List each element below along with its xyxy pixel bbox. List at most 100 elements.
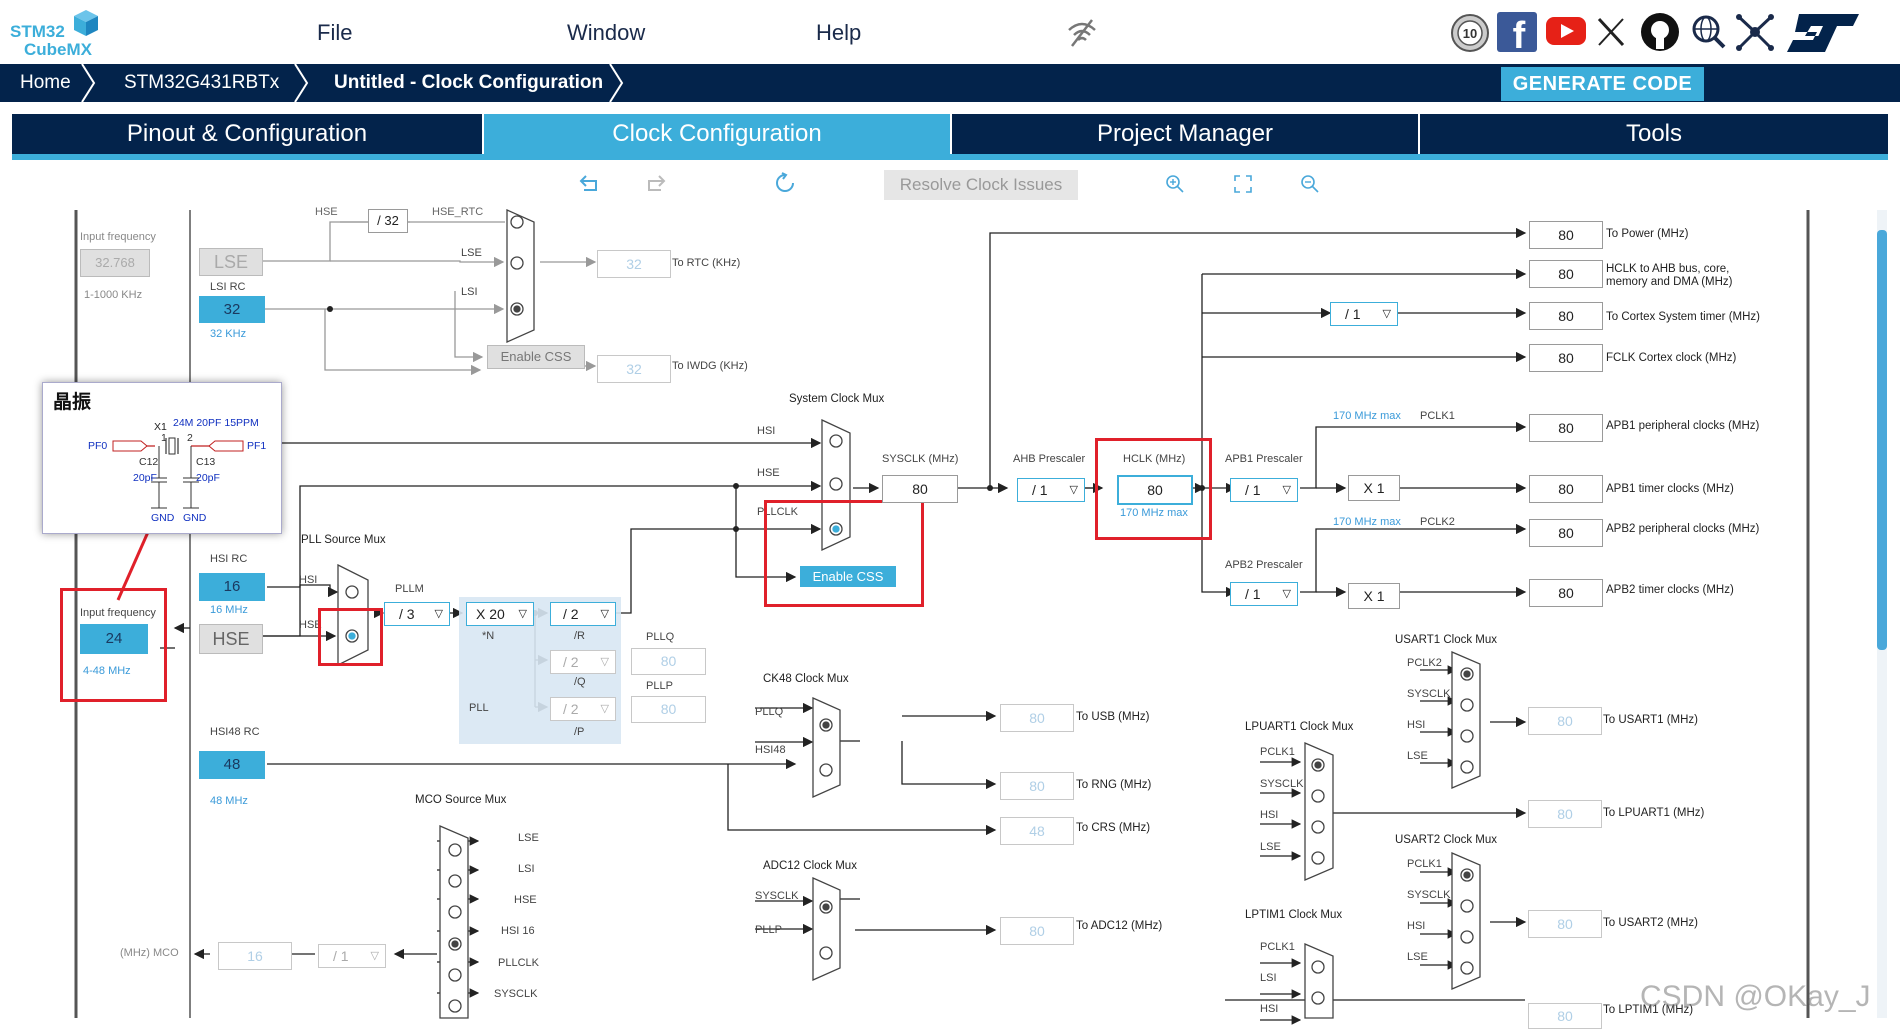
pllp-value: 80	[631, 696, 706, 723]
pllr-value: / 2	[563, 606, 579, 622]
apb2-prescaler-label: APB2 Prescaler	[1225, 559, 1303, 571]
rtc-value: 32	[597, 250, 671, 278]
crystal-gnd2-label: GND	[183, 512, 207, 524]
adc12-mux-label: ADC12 Clock Mux	[763, 860, 857, 872]
output-fclk-label: FCLK Cortex clock (MHz)	[1606, 352, 1737, 364]
usart1-input-hsi: HSI	[1407, 719, 1426, 731]
hsi-unit-label: 16 MHz	[210, 604, 248, 616]
system-clock-mux-label: System Clock Mux	[789, 393, 885, 405]
usart2-label: To USART2 (MHz)	[1603, 917, 1698, 929]
pllp-select[interactable]: / 2 ▽	[550, 697, 616, 721]
enable-css-rtc-button[interactable]: Enable CSS	[487, 345, 585, 369]
chevron-down-icon: ▽	[1282, 484, 1291, 496]
plln-select[interactable]: X 20 ▽	[466, 602, 534, 626]
pllm-select[interactable]: / 3 ▽	[384, 602, 450, 626]
pll-label: PLL	[469, 702, 489, 714]
rtc-div-box: / 32	[368, 209, 408, 233]
output-hclk-label: HCLK to AHB bus, core, memory and DMA (M…	[1606, 263, 1733, 288]
usart1-input-sysclk: SYSCLK	[1407, 688, 1451, 700]
usart1-input-pclk2: PCLK2	[1407, 657, 1442, 669]
rng-label: To RNG (MHz)	[1076, 779, 1152, 791]
pll-source-highlight	[318, 608, 383, 666]
crystal-part-label: 24M 20PF 15PPM	[173, 417, 259, 429]
pllq-label: PLLQ	[646, 631, 675, 643]
ahb-prescaler-select[interactable]: / 1 ▽	[1017, 478, 1085, 502]
hsi-value: 16	[199, 573, 265, 601]
chevron-down-icon: ▽	[1069, 484, 1078, 496]
sysclk-value: 80	[882, 475, 958, 503]
enable-css-button[interactable]: Enable CSS	[800, 566, 896, 587]
crystal-c13-value: 20pF	[196, 472, 220, 484]
lsi-rc-label: LSI RC	[210, 281, 246, 293]
mco-input-pllclk: PLLCLK	[498, 957, 539, 969]
output-hclk-value: 80	[1529, 260, 1603, 288]
chevron-down-icon: ▽	[600, 703, 609, 715]
apb2-prescaler-value: / 1	[1245, 586, 1261, 602]
usb-label: To USB (MHz)	[1076, 711, 1150, 723]
pclk1-label: PCLK1	[1420, 410, 1455, 422]
usart1-label: To USART1 (MHz)	[1603, 714, 1698, 726]
apb1-prescaler-select[interactable]: / 1 ▽	[1230, 478, 1298, 502]
lpuart1-input-sysclk: SYSCLK	[1260, 778, 1304, 790]
lptim1-value: 80	[1528, 1003, 1602, 1029]
output-apb1-periph-label: APB1 peripheral clocks (MHz)	[1606, 420, 1760, 432]
usart2-input-lse: LSE	[1407, 951, 1428, 963]
hse-box: HSE	[199, 624, 263, 654]
crystal-gnd1-label: GND	[151, 512, 175, 524]
pllp-label: PLLP	[646, 680, 673, 692]
apb2-prescaler-select[interactable]: / 1 ▽	[1230, 582, 1298, 606]
hse-input-highlight	[60, 588, 167, 702]
ck48-pllq-label: PLLQ	[755, 706, 784, 718]
rtc-hse-rtc-label: HSE_RTC	[432, 206, 484, 218]
lptim1-input-pclk1: PCLK1	[1260, 941, 1295, 953]
crystal-circuit-icon	[112, 437, 244, 509]
cortex-timer-divider-select[interactable]: / 1 ▽	[1330, 302, 1398, 326]
lsi-unit-label: 32 KHz	[210, 328, 247, 340]
lpuart1-mux-label: LPUART1 Clock Mux	[1245, 721, 1354, 733]
hsi48-value: 48	[199, 751, 265, 779]
lptim1-mux-label: LPTIM1 Clock Mux	[1245, 909, 1343, 921]
chevron-down-icon: ▽	[434, 608, 443, 620]
usart2-value: 80	[1528, 910, 1602, 938]
sys-hsi-label: HSI	[757, 425, 776, 437]
rtc-lsi-label: LSI	[461, 286, 478, 298]
apb1-prescaler-value: / 1	[1245, 482, 1261, 498]
hsi48-unit-label: 48 MHz	[210, 795, 248, 807]
chevron-down-icon: ▽	[1282, 588, 1291, 600]
mco-input-lsi: LSI	[518, 863, 535, 875]
iwdg-value: 32	[597, 355, 671, 383]
usart1-value: 80	[1528, 707, 1602, 735]
pll-source-mux-label: PLL Source Mux	[301, 534, 386, 546]
pllq-div-value: / 2	[563, 654, 579, 670]
apb1-timer-multiplier: X 1	[1348, 475, 1400, 501]
cortex-timer-divider-value: / 1	[1345, 306, 1361, 322]
apb2-max-label: 170 MHz max	[1333, 516, 1401, 528]
crystal-pin2-label: 2	[187, 432, 193, 444]
ahb-prescaler-value: / 1	[1032, 482, 1048, 498]
crystal-pf0-label: PF0	[88, 440, 108, 452]
adc-sysclk-label: SYSCLK	[755, 890, 799, 902]
rtc-output-label: To RTC (KHz)	[672, 257, 741, 269]
usart1-mux-label: USART1 Clock Mux	[1395, 634, 1498, 646]
pllr-select[interactable]: / 2 ▽	[550, 602, 616, 626]
usart2-input-pclk1: PCLK1	[1407, 858, 1442, 870]
pllq-value: 80	[631, 648, 706, 675]
chevron-down-icon: ▽	[370, 950, 379, 962]
usart2-input-sysclk: SYSCLK	[1407, 889, 1451, 901]
hclk-highlight	[1095, 438, 1212, 540]
sysclk-label: SYSCLK (MHz)	[882, 453, 959, 465]
pllm-label: PLLM	[395, 583, 424, 595]
crs-label: To CRS (MHz)	[1076, 822, 1151, 834]
lse-input-field[interactable]: 32.768	[80, 249, 150, 277]
lse-range-label: 1-1000 KHz	[84, 289, 143, 301]
output-power-label: To Power (MHz)	[1606, 228, 1689, 240]
mco-divider-select[interactable]: / 1 ▽	[318, 944, 386, 968]
rng-value: 80	[1000, 772, 1074, 800]
pllq-select[interactable]: / 2 ▽	[550, 650, 616, 674]
adc12-label: To ADC12 (MHz)	[1076, 920, 1163, 932]
apb1-prescaler-label: APB1 Prescaler	[1225, 453, 1303, 465]
apb1-max-label: 170 MHz max	[1333, 410, 1401, 422]
lpuart1-label: To LPUART1 (MHz)	[1603, 807, 1705, 819]
ck48-hsi48-label: HSI48	[755, 744, 786, 756]
lptim1-input-hsi: HSI	[1260, 1003, 1279, 1015]
